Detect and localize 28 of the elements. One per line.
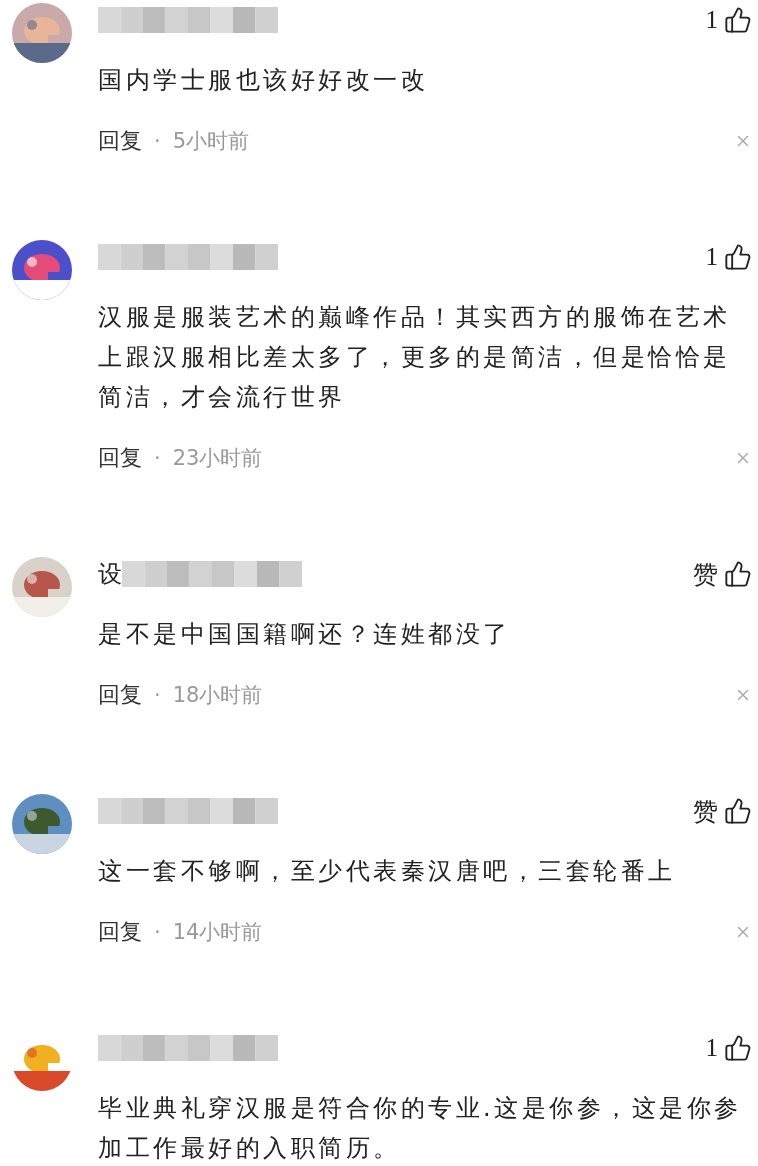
reply-link[interactable]: 回复 <box>98 680 142 710</box>
like-count: 赞 <box>693 796 718 827</box>
separator-dot: · <box>154 683 161 707</box>
comment-time: 5小时前 <box>172 128 250 155</box>
user-name[interactable]: 设 <box>98 558 122 590</box>
comment-time: 18小时前 <box>172 682 263 709</box>
reply-link[interactable]: 回复 <box>98 443 142 473</box>
reply-link[interactable]: 回复 <box>98 917 142 947</box>
comment-text: 毕业典礼穿汉服是符合你的专业.这是你参，这是你参加工作最好的入职简历。 <box>98 1093 743 1164</box>
like-count: 1 <box>705 6 718 34</box>
comment-time: 23小时前 <box>172 445 263 472</box>
like-count: 赞 <box>693 559 718 590</box>
thumbs-up-icon[interactable] <box>724 1034 752 1062</box>
comment-time: 14小时前 <box>172 919 263 946</box>
comment-text: 这一套不够啊，至少代表秦汉唐吧，三套轮番上 <box>98 856 677 887</box>
like-count: 1 <box>705 243 718 271</box>
thumbs-up-icon[interactable] <box>724 6 752 34</box>
comment-text: 是不是中国国籍啊还？连姓都没了 <box>98 619 512 650</box>
like-count: 1 <box>705 1034 718 1062</box>
separator-dot: · <box>154 446 161 470</box>
comment-text: 汉服是服装艺术的巅峰作品！其实西方的服饰在艺术上跟汉服相比差太多了，更多的是简洁，但是恰恰是简洁，才会流行世界 <box>98 302 732 413</box>
thumbs-up-icon[interactable] <box>724 797 752 825</box>
separator-dot: · <box>154 129 161 153</box>
reply-link[interactable]: 回复 <box>98 126 142 156</box>
thumbs-up-icon[interactable] <box>724 560 752 588</box>
comment-text: 国内学士服也该好好改一改 <box>98 65 429 96</box>
thumbs-up-icon[interactable] <box>724 243 752 271</box>
separator-dot: · <box>154 920 161 944</box>
